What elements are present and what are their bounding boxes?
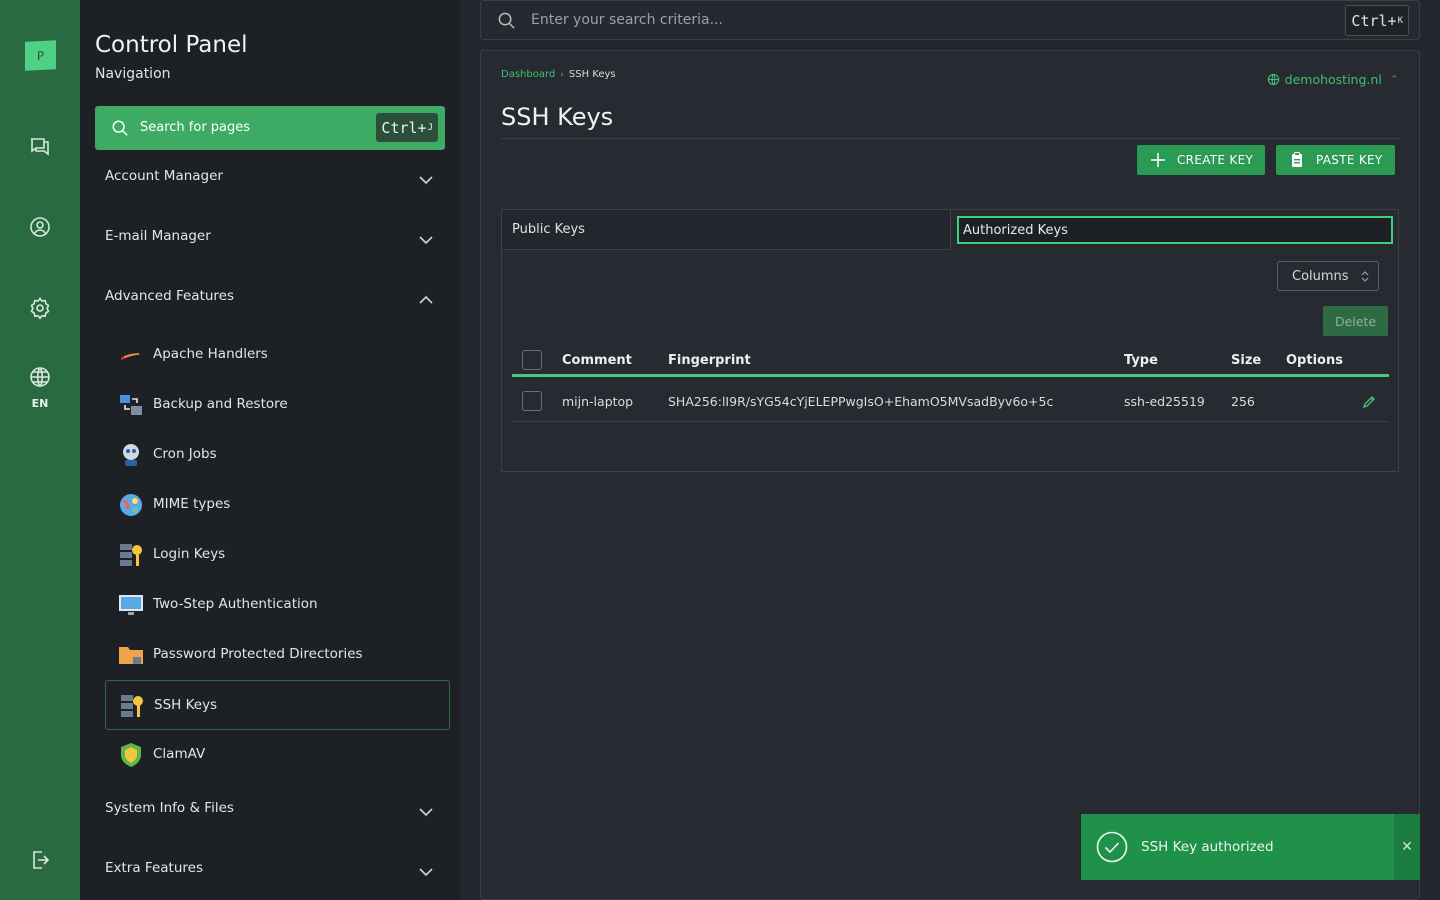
chevron-down-icon: [417, 231, 435, 249]
chevron-down-icon: [417, 803, 435, 821]
clipboard-icon: [1292, 152, 1302, 167]
domain-selector[interactable]: demohosting.nl ⌃: [1267, 72, 1399, 87]
breadcrumb-current: SSH Keys: [568, 69, 616, 80]
folder-lock-icon: [118, 642, 144, 668]
updown-icon: ⌃: [1389, 73, 1399, 86]
sidebar-item-login-keys[interactable]: Login Keys: [105, 530, 450, 580]
domain-name: demohosting.nl: [1284, 72, 1382, 87]
server-key-icon: [119, 693, 145, 719]
section-extra-features[interactable]: Extra Features: [105, 860, 435, 884]
shield-icon: [118, 742, 144, 768]
select-all-checkbox[interactable]: [522, 350, 542, 370]
sidebar-title: Control Panel: [95, 32, 248, 58]
sidebar-item-mime-types[interactable]: MIME types: [105, 480, 450, 530]
sidebar-item-password-directories[interactable]: Password Protected Directories: [105, 630, 450, 680]
robot-icon: [118, 442, 144, 468]
global-search-placeholder: Enter your search criteria...: [531, 12, 723, 28]
sidebar: Control Panel Navigation Search for page…: [80, 0, 460, 900]
user-circle-icon[interactable]: [28, 215, 52, 239]
page-search-placeholder: Search for pages: [140, 120, 251, 135]
table-header: Comment Fingerprint Type Size Options: [512, 341, 1389, 377]
success-toast: SSH Key authorized ✕: [1081, 814, 1420, 880]
pencil-icon[interactable]: [1362, 394, 1377, 409]
backup-icon: [118, 392, 144, 418]
create-key-button[interactable]: CREATE KEY: [1137, 145, 1266, 175]
cell-size: 256: [1231, 394, 1255, 409]
sidebar-item-clamav[interactable]: ClamAV: [105, 730, 450, 780]
column-fingerprint[interactable]: Fingerprint: [668, 353, 751, 368]
logout-icon[interactable]: [28, 848, 52, 872]
sidebar-subtitle: Navigation: [95, 66, 171, 82]
section-account-manager[interactable]: Account Manager: [105, 168, 435, 192]
page-title: SSH Keys: [501, 103, 614, 131]
keys-card: Public Keys Authorized Keys Columns Dele…: [501, 209, 1399, 472]
search-icon: [497, 11, 516, 30]
title-divider: [501, 138, 1399, 139]
sidebar-item-cron-jobs[interactable]: Cron Jobs: [105, 430, 450, 480]
tab-public-keys[interactable]: Public Keys: [502, 210, 951, 250]
page-search-input[interactable]: Search for pages Ctrl+ J: [95, 106, 445, 150]
chevron-down-icon: [417, 863, 435, 881]
cell-fingerprint: SHA256:lI9R/sYG54cYjELEPPwgIsO+EhamO5MVs…: [668, 394, 1054, 409]
delete-button[interactable]: Delete: [1323, 306, 1388, 336]
section-advanced-features[interactable]: Advanced Features: [105, 288, 435, 312]
icon-rail: P EN: [0, 0, 80, 900]
mime-icon: [118, 492, 144, 518]
globe-icon: [1267, 73, 1279, 86]
search-icon: [111, 119, 129, 137]
section-email-manager[interactable]: E-mail Manager: [105, 228, 435, 252]
breadcrumb-separator-icon: ›: [560, 69, 564, 80]
column-type[interactable]: Type: [1124, 353, 1158, 368]
tab-authorized-keys[interactable]: Authorized Keys: [957, 216, 1393, 244]
sidebar-item-two-step-auth[interactable]: Two-Step Authentication: [105, 580, 450, 630]
chevron-up-icon: [417, 291, 435, 309]
breadcrumb-dashboard[interactable]: Dashboard: [501, 69, 555, 80]
globe-icon[interactable]: [28, 365, 52, 389]
column-options: Options: [1286, 353, 1343, 368]
close-icon[interactable]: ✕: [1394, 814, 1420, 880]
page-search-shortcut: Ctrl+ J: [376, 113, 438, 142]
toast-message: SSH Key authorized: [1141, 839, 1274, 855]
cell-type: ssh-ed25519: [1124, 394, 1205, 409]
server-key-icon: [118, 542, 144, 568]
section-system-info[interactable]: System Info & Files: [105, 800, 435, 824]
sidebar-item-ssh-keys[interactable]: SSH Keys: [105, 680, 450, 730]
paste-key-button[interactable]: PASTE KEY: [1276, 145, 1395, 175]
app-logo[interactable]: P: [25, 40, 56, 71]
plus-icon: [1151, 153, 1165, 167]
global-search-shortcut: Ctrl+ K: [1345, 5, 1409, 36]
gear-icon[interactable]: [28, 296, 52, 320]
columns-select[interactable]: Columns: [1277, 261, 1379, 291]
feather-icon: [118, 342, 144, 368]
sidebar-item-apache-handlers[interactable]: Apache Handlers: [105, 330, 450, 380]
cell-comment: mijn-laptop: [562, 394, 634, 409]
row-checkbox[interactable]: [522, 391, 542, 411]
breadcrumb: Dashboard › SSH Keys: [501, 69, 616, 80]
check-circle-icon: [1096, 831, 1128, 863]
main-panel: Dashboard › SSH Keys demohosting.nl ⌃ SS…: [480, 50, 1420, 900]
table-row: mijn-laptop SHA256:lI9R/sYG54cYjELEPPwgI…: [512, 380, 1389, 422]
monitor-icon: [118, 592, 144, 618]
updown-icon: [1361, 271, 1369, 282]
column-comment[interactable]: Comment: [562, 353, 632, 368]
sidebar-item-backup-restore[interactable]: Backup and Restore: [105, 380, 450, 430]
chevron-down-icon: [417, 171, 435, 189]
column-size[interactable]: Size: [1231, 353, 1261, 368]
language-label[interactable]: EN: [0, 397, 80, 410]
chat-icon[interactable]: [28, 134, 52, 158]
global-search-input[interactable]: Enter your search criteria... Ctrl+ K: [480, 0, 1420, 40]
